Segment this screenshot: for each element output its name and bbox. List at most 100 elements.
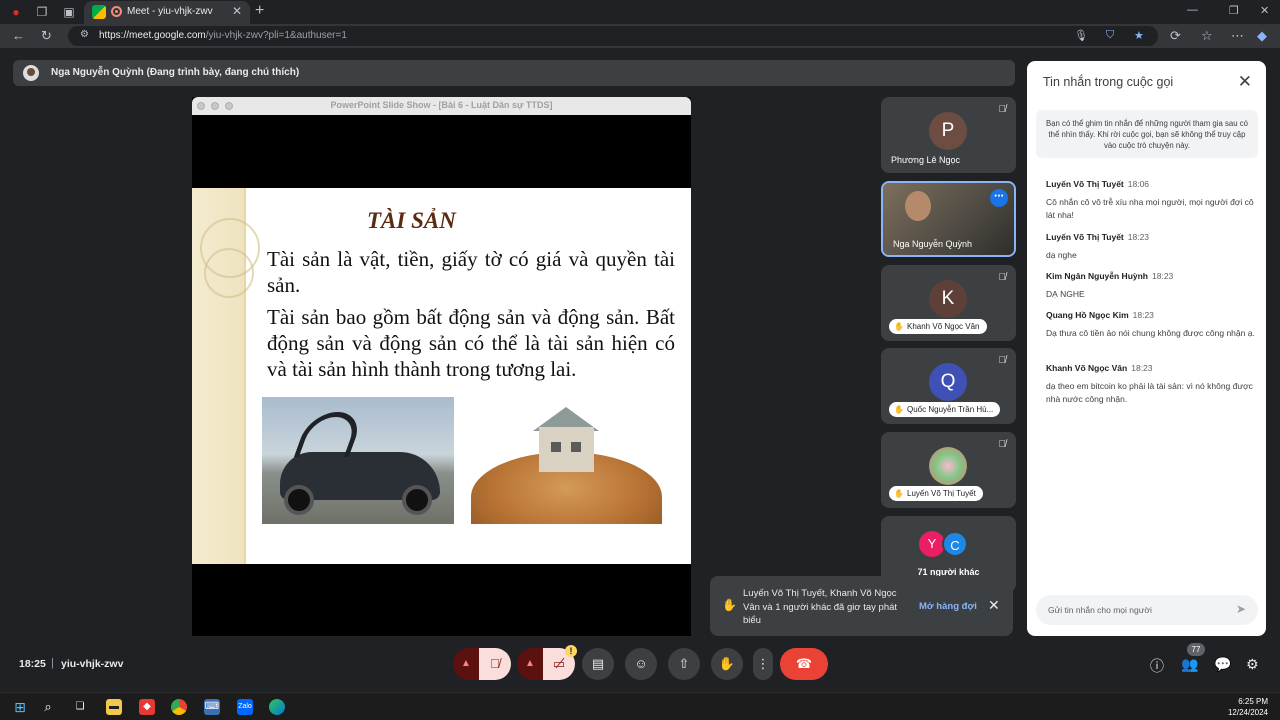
presenter-avatar <box>23 65 39 81</box>
maximize-icon[interactable]: ❐ <box>1229 4 1239 17</box>
extension-icon[interactable]: ⛉ <box>1106 29 1114 42</box>
more-menu-icon[interactable]: ⋯ <box>1231 28 1244 44</box>
participant-tile[interactable]: 🎙̸ Q Quốc Nguyễn Trần Hù... <box>881 348 1016 424</box>
chat-icon[interactable]: 💬 <box>1214 656 1231 673</box>
house-window <box>551 442 561 452</box>
message-time: 18:23 <box>1131 363 1153 373</box>
participant-name: Nga Nguyễn Quỳnh <box>893 239 973 249</box>
car-wheel <box>284 485 314 515</box>
avatar: C <box>942 531 968 557</box>
participant-tile[interactable]: 🎙̸ Luyến Võ Thị Tuyết <box>881 432 1016 508</box>
copilot-icon[interactable]: ◆ <box>1257 28 1267 44</box>
presenter-bar: Nga Nguyễn Quỳnh (Đang trình bày, đang c… <box>13 60 1015 86</box>
people-icon[interactable]: 👥 <box>1181 656 1198 673</box>
tab-actions-icon[interactable]: ▣ <box>61 4 77 20</box>
chat-input[interactable]: Gửi tin nhắn cho mọi người ➤ <box>1036 595 1258 625</box>
send-icon[interactable]: ➤ <box>1236 602 1246 616</box>
house-coins-image <box>471 397 662 524</box>
bookmark-star-icon[interactable]: ★ <box>1134 29 1144 42</box>
profile-icon[interactable]: ● <box>8 4 24 20</box>
video-options-button[interactable]: ▲ <box>517 648 543 680</box>
url-text[interactable]: https://meet.google.com/yiu-vhjk-zwv?pli… <box>99 30 347 41</box>
participant-face <box>905 191 931 221</box>
browser-toolbar: ← ↻ ⚙ https://meet.google.com/yiu-vhjk-z… <box>0 24 1280 48</box>
message-sender: Luyến Võ Thị Tuyết <box>1046 179 1124 189</box>
close-window-icon[interactable]: ✕ <box>1260 4 1269 17</box>
microphone-icon[interactable]: 🎙 <box>1074 29 1088 42</box>
mic-off-icon: 🎙̸ <box>998 439 1007 450</box>
hand-raised-badge: Luyến Võ Thị Tuyết <box>889 486 983 501</box>
message-time: 18:23 <box>1132 310 1154 320</box>
recording-icon <box>111 6 122 17</box>
close-chat-icon[interactable]: ✕ <box>1238 72 1252 92</box>
chat-message: Kim Ngân Nguyễn Huỳnh 18:23 DẠ NGHE <box>1046 266 1256 301</box>
ppt-title-bar: PowerPoint Slide Show - [Bài 6 - Luật Dâ… <box>192 97 691 115</box>
favorites-icon[interactable]: ☆ <box>1201 28 1213 44</box>
present-button[interactable]: ⇧ <box>668 648 700 680</box>
car-door <box>293 412 366 457</box>
slide-title: TÀI SẢN <box>367 208 456 233</box>
activities-icon[interactable]: ⚙ <box>1246 656 1259 673</box>
message-text: dạ nghe <box>1046 250 1077 260</box>
message-text: DẠ NGHE <box>1046 289 1085 299</box>
search-icon[interactable]: ⌕ <box>40 699 56 715</box>
chat-message: Luyến Võ Thị Tuyết 18:06 Cô nhắn cô vô tr… <box>1046 174 1256 222</box>
ppt-window-title: PowerPoint Slide Show - [Bài 6 - Luật Dâ… <box>330 100 553 110</box>
presenter-label: Nga Nguyễn Quỳnh (Đang trình bày, đang c… <box>51 67 300 78</box>
slide-paragraph-2: Tài sản bao gồm bất động sản và động sản… <box>267 305 675 381</box>
zalo-icon[interactable]: Zalo <box>237 699 253 715</box>
windows-start-icon[interactable]: ⊞ <box>12 699 28 715</box>
workspaces-icon[interactable]: ❐ <box>34 4 50 20</box>
participant-tile[interactable]: 🎙̸ P Phương Lê Ngọc <box>881 97 1016 173</box>
house-body <box>539 427 594 472</box>
chat-title: Tin nhắn trong cuộc gọi <box>1043 75 1174 89</box>
minimize-icon[interactable]: — <box>1187 4 1198 16</box>
edge-icon[interactable] <box>269 699 285 715</box>
message-sender: Khanh Võ Ngọc Vân <box>1046 363 1128 373</box>
tab-meet[interactable]: Meet - yiu-vhjk-zwv ✕ <box>84 1 250 24</box>
end-call-button[interactable]: ☎ <box>780 648 828 680</box>
hand-icon: ✋ <box>722 598 737 612</box>
avatar: Q <box>929 363 967 401</box>
raise-hand-button[interactable]: ✋ <box>711 648 743 680</box>
message-text: Dạ thưa cô tiền ảo nói chung không được … <box>1046 328 1255 338</box>
participant-tile-active[interactable]: ⋯ Nga Nguyễn Quỳnh <box>881 181 1016 257</box>
new-tab-icon[interactable]: + <box>255 2 264 20</box>
app-icon[interactable]: ◆ <box>139 699 155 715</box>
taskbar-clock[interactable]: 6:25 PM 12/24/2024 <box>1228 696 1268 718</box>
close-tab-icon[interactable]: ✕ <box>232 4 242 18</box>
browser-tab-bar: ● ❐ ▣ Meet - yiu-vhjk-zwv ✕ + — ❐ ✕ <box>0 0 1280 24</box>
shared-screen: PowerPoint Slide Show - [Bài 6 - Luật Dâ… <box>192 97 691 636</box>
info-icon[interactable]: ⓘ <box>1150 656 1164 676</box>
warning-icon: ! <box>565 645 577 657</box>
reactions-button[interactable]: ☺ <box>625 648 657 680</box>
message-sender: Luyến Võ Thị Tuyết <box>1046 232 1124 242</box>
avatar: K <box>929 280 967 318</box>
address-bar[interactable]: ⚙ https://meet.google.com/yiu-vhjk-zwv?p… <box>68 26 1158 46</box>
close-icon[interactable]: ✕ <box>988 597 1000 614</box>
message-sender: Quang Hồ Ngọc Kim <box>1046 310 1129 320</box>
audio-options-button[interactable]: ▲ <box>453 648 479 680</box>
more-options-button[interactable]: ⋮ <box>753 648 773 680</box>
captions-button[interactable]: ▤ <box>582 648 614 680</box>
participant-name: Phương Lê Ngọc <box>891 155 960 165</box>
message-text: dạ theo em bitcoin ko phải là tài sản: v… <box>1046 381 1253 404</box>
meeting-code: yiu-vhjk-zwv <box>61 658 124 670</box>
file-explorer-icon[interactable]: ▬ <box>106 699 122 715</box>
site-info-icon[interactable]: ⚙ <box>80 29 89 40</box>
refresh-page-icon[interactable]: ⟳ <box>1170 28 1181 44</box>
mic-toggle-button[interactable]: 🎙̸ <box>479 648 511 680</box>
mic-off-icon: 🎙̸ <box>998 104 1007 115</box>
reload-icon[interactable]: ↻ <box>41 28 52 44</box>
chrome-icon[interactable] <box>171 699 187 715</box>
more-options-icon[interactable]: ⋯ <box>990 189 1008 207</box>
meeting-clock: 18:25 <box>19 658 46 670</box>
notification-text: Luyến Võ Thị Tuyết, Khanh Võ Ngọc Vân và… <box>743 588 898 626</box>
back-icon[interactable]: ← <box>12 28 25 43</box>
chat-info-banner: Bạn có thể ghim tin nhắn để những người … <box>1036 110 1258 158</box>
network-app-icon[interactable]: ⌨ <box>204 699 220 715</box>
taskbar-date: 12/24/2024 <box>1227 708 1268 717</box>
open-queue-button[interactable]: Mở hàng đợi <box>919 601 977 612</box>
participant-tile[interactable]: 🎙̸ K Khanh Võ Ngọc Vân <box>881 265 1016 341</box>
task-view-icon[interactable]: ❏ <box>72 699 88 715</box>
